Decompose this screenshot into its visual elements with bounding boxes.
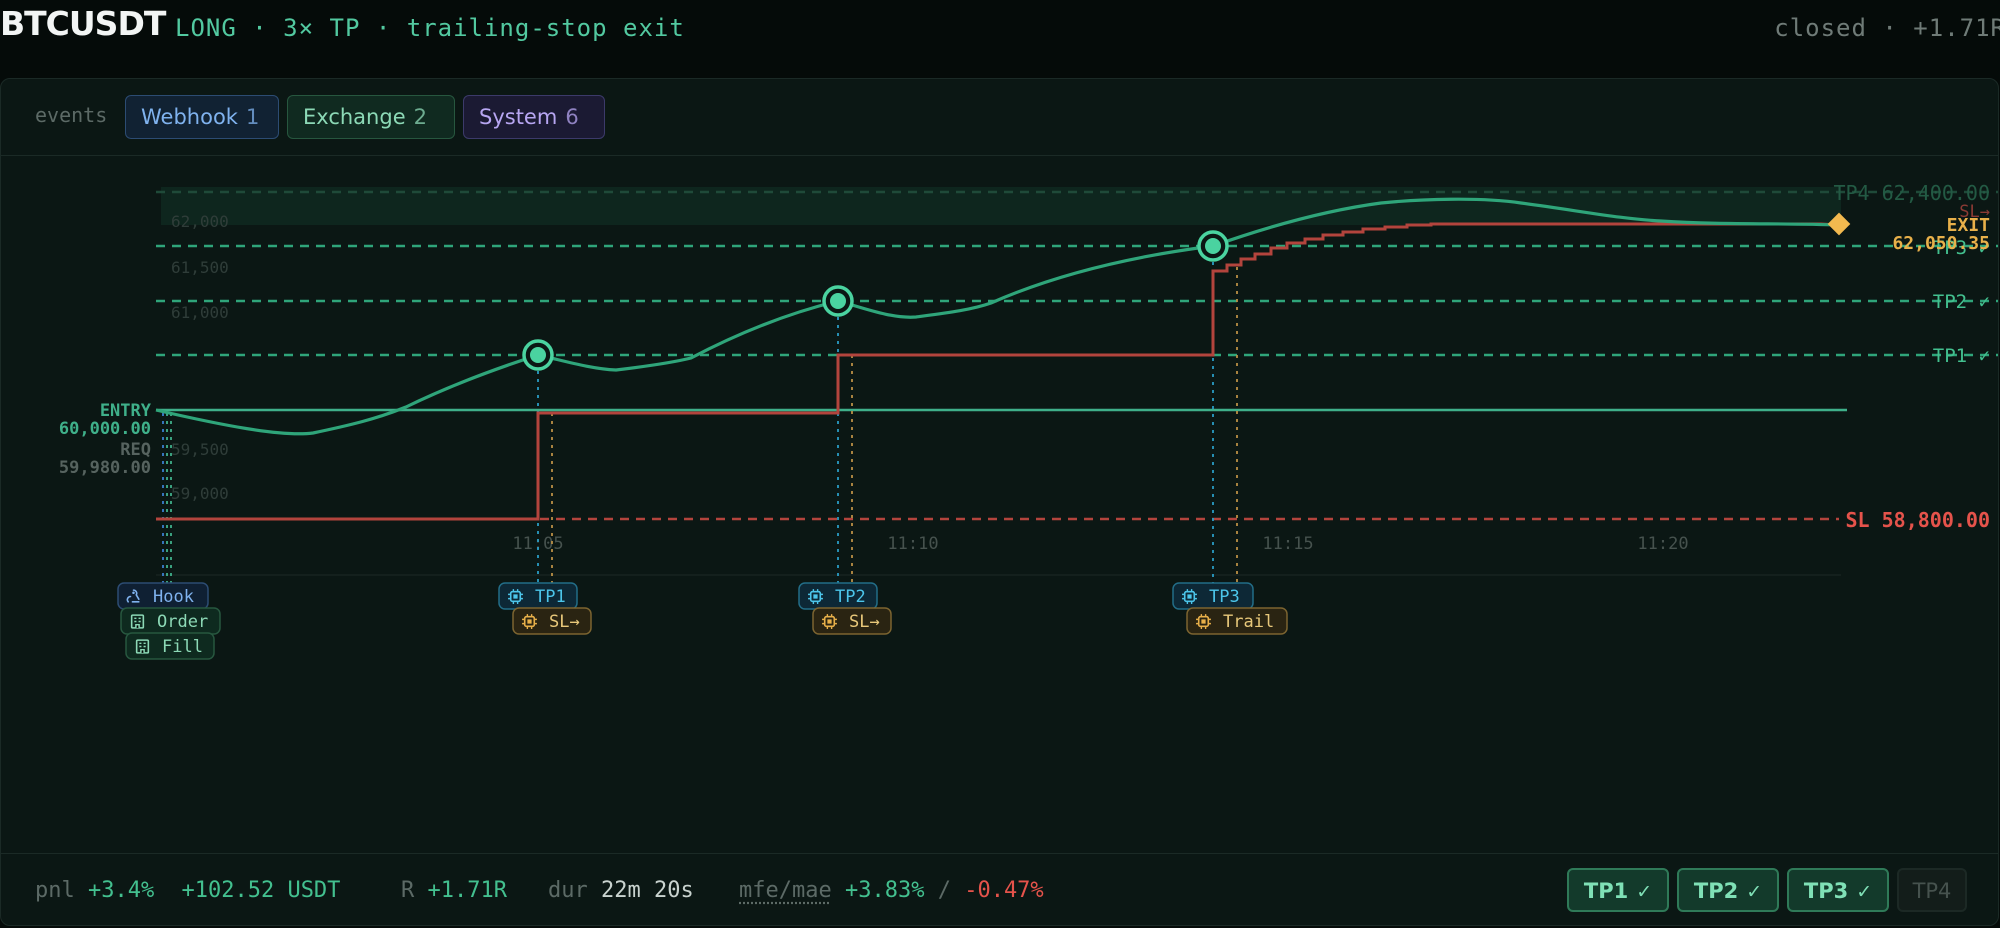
pnl-stat: pnl +3.4% +102.52 USDT [35,878,340,903]
tp3-badge[interactable]: TP3 ✓ [1787,868,1889,912]
mfe-mae-label[interactable]: mfe/mae [739,878,832,903]
events-filter-bar: events Webhook 1 Exchange 2 System 6 [1,79,1998,156]
marker-tp2[interactable]: TP2 [798,582,878,610]
filter-system-count: 6 [565,105,579,129]
tp2-badge[interactable]: TP2 ✓ [1677,868,1779,912]
marker-label: TP1 [535,587,566,607]
filter-exchange[interactable]: Exchange 2 [287,95,455,139]
price-series [155,197,1839,436]
r-label: R [401,878,415,903]
marker-label: Order [157,612,208,632]
event-guides [162,246,1238,637]
symbol-title: BTCUSDT [0,4,166,43]
mfe-mae-slash: / [937,878,951,903]
x-tick: 11:05 [512,534,563,554]
stop-series [156,222,1839,521]
filter-system[interactable]: System 6 [463,95,605,139]
exit-value: 62,050.35 [1892,233,1990,254]
event-markers: Hook Order Fill TP1 SL→ TP2 SL→ TP3 Trai… [117,582,1288,660]
req-value: 59,980.00 [59,458,151,478]
filter-webhook-count: 1 [245,105,260,129]
marker-fill[interactable]: Fill [125,632,215,660]
marker-label: TP2 [835,587,866,607]
tp4-badge-label: TP4 [1912,879,1952,903]
r-value: +1.71R [427,878,507,903]
mfe-value: +3.83% [844,878,925,903]
trade-panel: events Webhook 1 Exchange 2 System 6 62,000… [0,78,1999,926]
marker-trail[interactable]: Trail [1186,607,1288,635]
y-tick: 59,000 [171,484,229,503]
pnl-label: pnl [35,878,75,903]
marker-order[interactable]: Order [120,607,221,635]
pnl-percent: +3.4% [88,878,155,903]
tp3-hit-dot [1205,238,1221,254]
tp1-check-icon: ✓ [1636,881,1653,903]
marker-tp3[interactable]: TP3 [1172,582,1254,610]
x-axis: 11:05 11:10 11:15 11:20 [512,534,1688,554]
tp2-hit-dot [830,293,846,309]
y-tick: 61,000 [171,303,229,322]
filter-webhook[interactable]: Webhook 1 [125,95,279,139]
duration-stat: dur 22m 20s [548,878,694,903]
marker-label: Trail [1223,612,1274,632]
strategy-subtitle: LONG · 3× TP · trailing-stop exit [175,14,685,42]
marker-tp1[interactable]: TP1 [498,582,578,610]
marker-sl1[interactable]: SL→ [512,607,592,635]
y-tick: 62,000 [171,212,229,231]
tp1-badge[interactable]: TP1 ✓ [1567,868,1669,912]
marker-label: Fill [162,637,203,657]
filter-exchange-label: Exchange [303,105,406,129]
tp2-badge-label: TP2 [1693,879,1739,903]
dur-label: dur [548,878,588,903]
x-tick: 11:20 [1637,534,1688,554]
entry-label: ENTRY [100,401,152,421]
tp2-label: TP2 ✓ [1933,291,1990,313]
trade-status: closed · +1.71R [1774,14,2000,42]
events-label: events [35,103,108,127]
stats-footer: pnl +3.4% +102.52 USDT R +1.71R dur 22m … [1,853,1998,925]
tp3-badge-label: TP3 [1803,879,1849,903]
tp2-check-icon: ✓ [1746,881,1763,903]
y-axis: 62,000 61,500 61,000 59,500 59,000 [171,212,229,503]
sl-label: SL 58,800.00 [1846,508,1991,532]
r-stat: R +1.71R [401,878,507,903]
tp1-hit-dot [530,347,546,363]
y-tick: 61,500 [171,258,229,277]
marker-label: SL→ [549,612,580,632]
marker-label: SL→ [849,612,880,632]
x-tick: 11:15 [1262,534,1313,554]
mfe-mae-stat: mfe/mae +3.83% / -0.47% [739,878,1044,903]
filter-exchange-count: 2 [413,105,427,129]
tp3-check-icon: ✓ [1856,881,1873,903]
marker-hook[interactable]: Hook [117,582,209,610]
y-tick: 59,500 [171,440,229,459]
filter-webhook-label: Webhook [141,105,238,129]
mae-value: -0.47% [964,878,1044,903]
entry-value: 60,000.00 [59,419,151,439]
marker-sl2[interactable]: SL→ [812,607,892,635]
marker-label: TP3 [1209,587,1240,607]
tp1-label: TP1 ✓ [1933,345,1990,367]
filter-system-label: System [479,105,558,129]
header: BTCUSDT LONG · 3× TP · trailing-stop exi… [0,0,2000,60]
dur-value: 22m 20s [601,878,694,903]
marker-label: Hook [153,587,194,607]
pnl-usdt: +102.52 USDT [181,878,341,903]
tp4-badge[interactable]: TP4 [1897,868,1967,912]
x-tick: 11:10 [887,534,938,554]
price-chart: 62,000 61,500 61,000 59,500 59,000 11:05… [59,181,1998,660]
req-label: REQ [120,440,151,460]
tp1-badge-label: TP1 [1583,879,1629,903]
